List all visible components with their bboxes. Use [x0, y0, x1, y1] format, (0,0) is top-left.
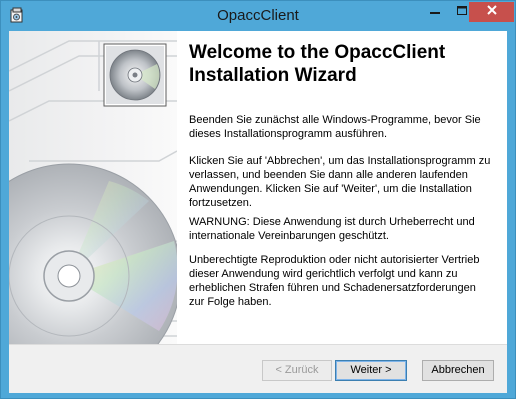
close-icon [486, 3, 498, 21]
cd-disc-graphic [9, 40, 177, 344]
minimize-button[interactable] [421, 2, 448, 22]
paragraph-close-programs: Beenden Sie zunächst alle Windows-Progra… [189, 114, 481, 140]
button-bar: < Zurück Weiter > Abbrechen [9, 344, 507, 393]
next-button[interactable]: Weiter > [335, 360, 407, 381]
title-bar[interactable]: OpaccClient [1, 1, 515, 31]
paragraph-legal: Unberechtigte Reproduktion oder nicht au… [189, 254, 480, 308]
paragraph-instructions: Klicken Sie auf 'Abbrechen', um das Inst… [189, 155, 491, 209]
back-button[interactable]: < Zurück [262, 360, 332, 381]
wizard-body: Welcome to the OpaccClient Installation … [9, 31, 507, 393]
cancel-button[interactable]: Abbrechen [422, 360, 494, 381]
close-button[interactable] [469, 2, 514, 22]
sidebar-graphic [9, 31, 177, 344]
installer-window: OpaccClient Welcome to the OpaccClient I… [0, 0, 516, 399]
maximize-icon [456, 3, 467, 21]
minimize-icon [429, 3, 440, 21]
wizard-heading: Welcome to the OpaccClient Installation … [189, 42, 446, 86]
paragraph-warning: WARNUNG: Diese Anwendung ist durch Urheb… [189, 216, 475, 242]
